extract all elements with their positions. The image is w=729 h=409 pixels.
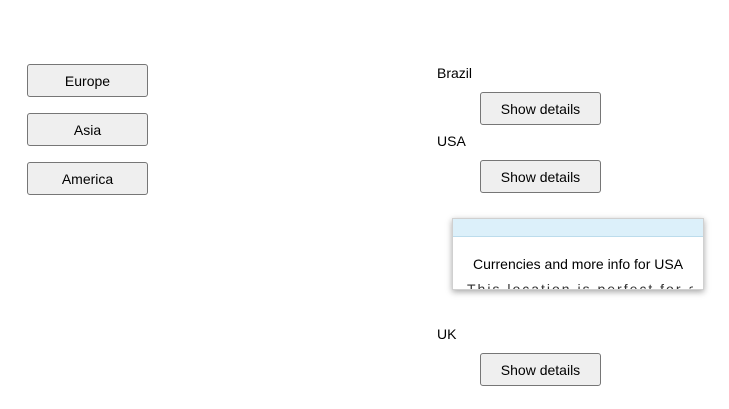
europe-button[interactable]: Europe xyxy=(27,64,148,97)
popup-body-text: This location is perfect for a xyxy=(467,281,693,290)
america-button[interactable]: America xyxy=(27,162,148,195)
popup-header[interactable] xyxy=(453,219,703,237)
show-details-button-uk[interactable]: Show details xyxy=(480,353,601,386)
details-popup[interactable]: Currencies and more info for USA This lo… xyxy=(452,218,704,290)
popup-title: Currencies and more info for USA xyxy=(472,256,684,272)
asia-button[interactable]: Asia xyxy=(27,113,148,146)
show-details-button-usa[interactable]: Show details xyxy=(480,160,601,193)
page: Europe Asia America Brazil Show details … xyxy=(0,0,729,409)
show-details-button-brazil[interactable]: Show details xyxy=(480,92,601,125)
country-label-brazil: Brazil xyxy=(437,65,473,81)
country-label-uk: UK xyxy=(437,326,457,342)
country-label-usa: USA xyxy=(437,133,466,149)
